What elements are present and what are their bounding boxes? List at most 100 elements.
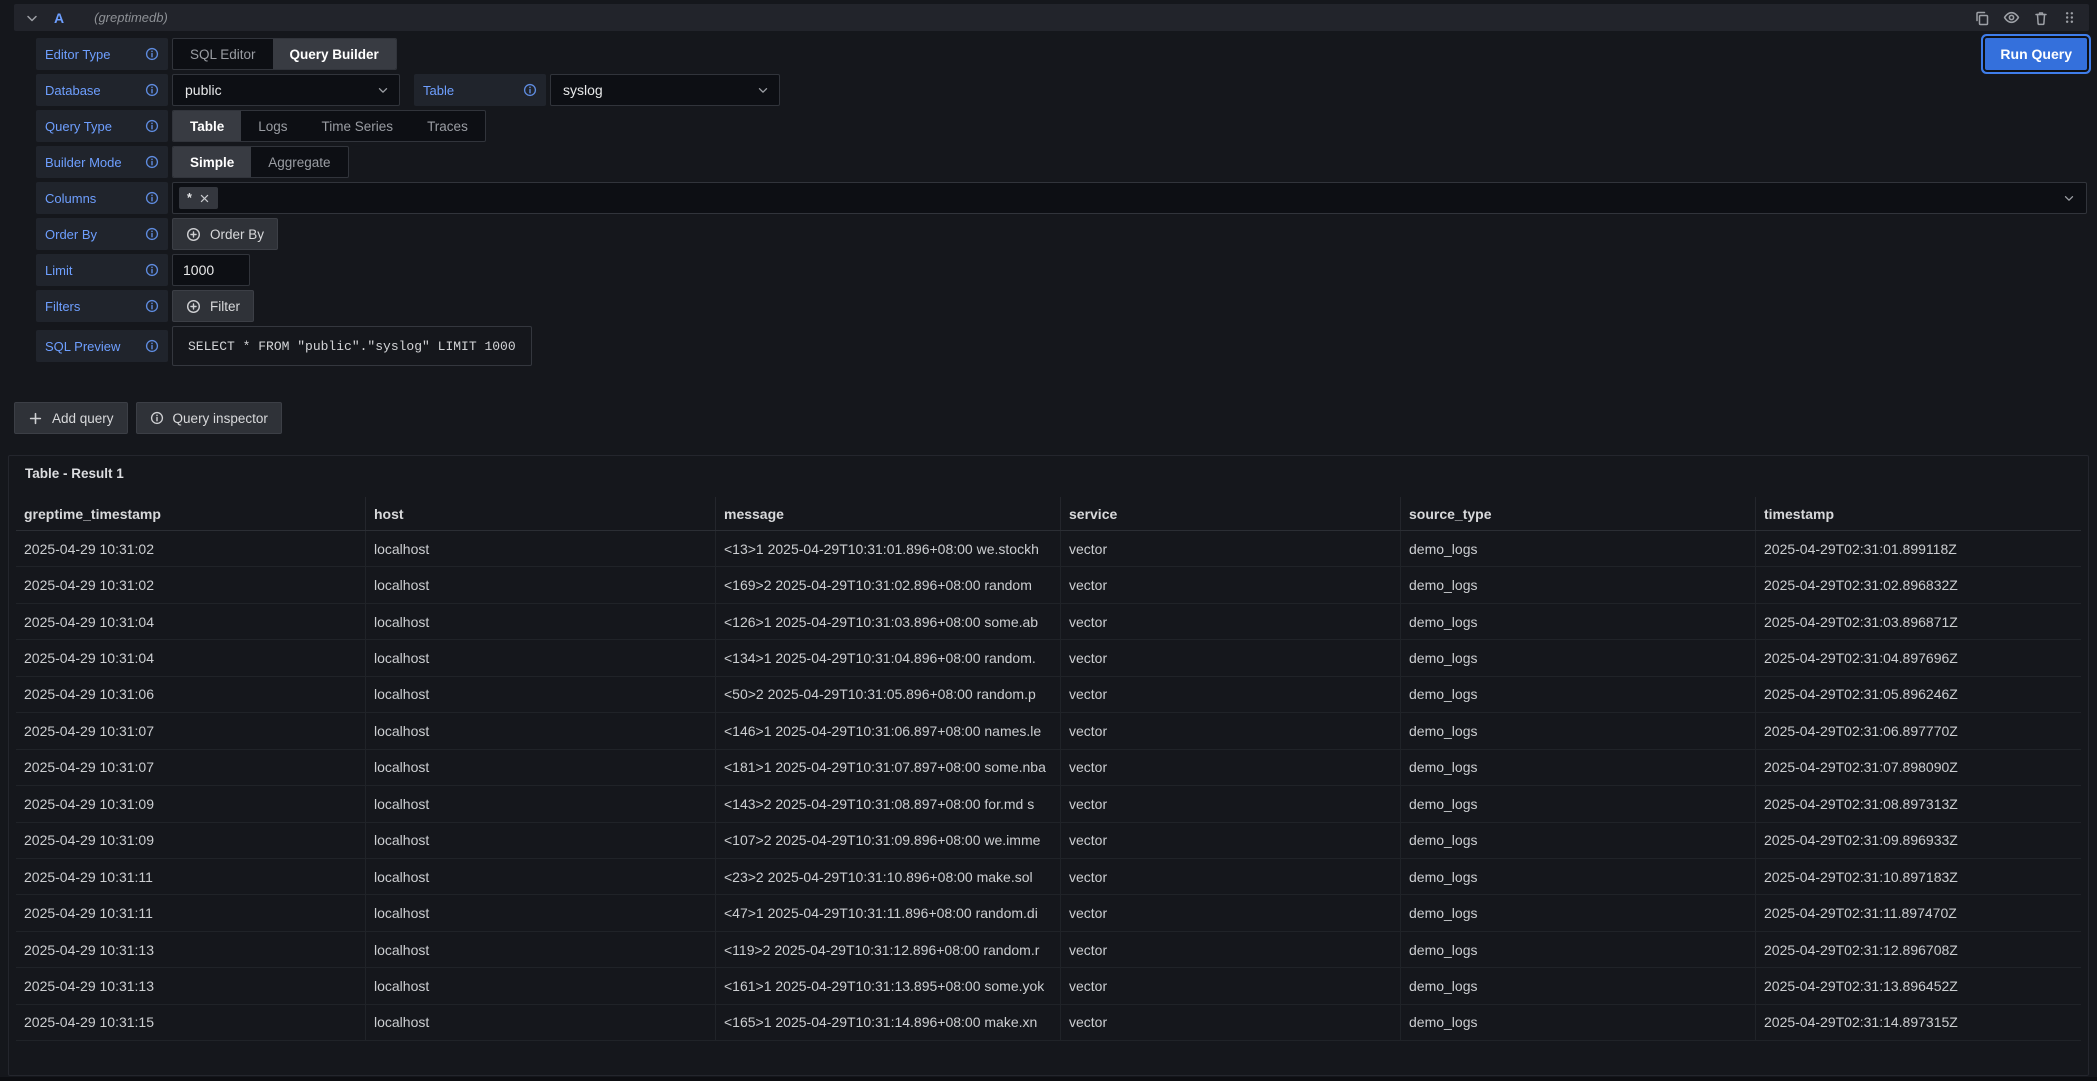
query-inspector-button[interactable]: Query inspector [136, 402, 282, 434]
add-query-button[interactable]: Add query [14, 402, 128, 434]
info-icon[interactable] [523, 83, 537, 97]
table-row: 2025-04-29 10:31:13 localhost <119>2 202… [16, 932, 2081, 968]
table-cell: vector [1061, 677, 1401, 712]
query-type-option-traces[interactable]: Traces [410, 111, 485, 141]
table-row: 2025-04-29 10:31:13 localhost <161>1 202… [16, 968, 2081, 1004]
info-icon[interactable] [145, 227, 159, 241]
results-panel: Table - Result 1 greptime_timestamp host… [8, 455, 2089, 1076]
table-row: 2025-04-29 10:31:07 localhost <146>1 202… [16, 713, 2081, 749]
table-cell: 2025-04-29T02:31:01.899118Z [1756, 531, 2081, 566]
sql-preview-row: SQL Preview SELECT * FROM "public"."sysl… [36, 326, 2087, 366]
table-cell: 2025-04-29T02:31:06.897770Z [1756, 713, 2081, 748]
info-icon[interactable] [145, 263, 159, 277]
columns-multiselect[interactable]: * [172, 182, 2087, 214]
query-type-option-logs[interactable]: Logs [241, 111, 304, 141]
sql-preview-text: SELECT * FROM "public"."syslog" LIMIT 10… [172, 326, 532, 366]
table-cell: demo_logs [1401, 677, 1756, 712]
limit-label: Limit [36, 254, 168, 286]
editor-type-option-sql-editor[interactable]: SQL Editor [173, 39, 273, 69]
table-cell: 2025-04-29 10:31:09 [16, 786, 366, 821]
trash-icon[interactable] [2033, 10, 2049, 26]
info-icon[interactable] [145, 47, 159, 61]
query-builder-form: Editor Type SQL Editor Query Builder Run… [36, 38, 2087, 366]
table-row: 2025-04-29 10:31:04 localhost <126>1 202… [16, 604, 2081, 640]
filters-label: Filters [36, 290, 168, 322]
table-cell: localhost [366, 640, 716, 675]
table-cell: <134>1 2025-04-29T10:31:04.896+08:00 ran… [716, 640, 1061, 675]
table-cell: vector [1061, 750, 1401, 785]
column-header-timestamp[interactable]: timestamp [1756, 497, 2081, 530]
column-header-message[interactable]: message [716, 497, 1061, 530]
table-cell: vector [1061, 531, 1401, 566]
query-actions: Add query Query inspector [14, 402, 282, 434]
table-cell: localhost [366, 531, 716, 566]
editor-type-option-query-builder[interactable]: Query Builder [273, 39, 396, 69]
table-cell: 2025-04-29 10:31:11 [16, 895, 366, 930]
query-row-header: A (greptimedb) [14, 4, 2089, 31]
table-cell: vector [1061, 713, 1401, 748]
database-row: Database public Table syslog [36, 74, 2087, 106]
table-cell: demo_logs [1401, 640, 1756, 675]
table-cell: vector [1061, 567, 1401, 602]
table-cell: <161>1 2025-04-29T10:31:13.895+08:00 som… [716, 968, 1061, 1003]
limit-row: Limit [36, 254, 2087, 286]
table-cell: 2025-04-29 10:31:13 [16, 968, 366, 1003]
table-cell: localhost [366, 968, 716, 1003]
table-cell: <146>1 2025-04-29T10:31:06.897+08:00 nam… [716, 713, 1061, 748]
plus-circle-icon [186, 227, 201, 242]
table-row: 2025-04-29 10:31:15 localhost <165>1 202… [16, 1005, 2081, 1041]
info-icon[interactable] [145, 191, 159, 205]
table-value: syslog [563, 82, 603, 98]
columns-label: Columns [36, 182, 168, 214]
query-type-option-time-series[interactable]: Time Series [305, 111, 411, 141]
query-editor-screen: A (greptimedb) Editor Type SQL Editor Qu… [0, 0, 2097, 1081]
order-by-label: Order By [36, 218, 168, 250]
builder-mode-option-simple[interactable]: Simple [173, 147, 251, 177]
limit-input[interactable] [172, 254, 250, 286]
column-header-host[interactable]: host [366, 497, 716, 530]
builder-mode-row: Builder Mode Simple Aggregate [36, 146, 2087, 178]
datasource-name: (greptimedb) [94, 10, 168, 25]
info-icon[interactable] [145, 83, 159, 97]
database-value: public [185, 82, 222, 98]
add-order-by-button[interactable]: Order By [172, 218, 278, 250]
drag-handle-icon[interactable] [2062, 10, 2077, 25]
duplicate-icon[interactable] [1974, 10, 1990, 26]
table-cell: 2025-04-29T02:31:12.896708Z [1756, 932, 2081, 967]
database-label: Database [36, 74, 168, 106]
collapse-chevron-icon[interactable] [24, 10, 40, 26]
builder-mode-option-aggregate[interactable]: Aggregate [251, 147, 347, 177]
query-header-actions [1974, 9, 2079, 26]
database-select[interactable]: public [172, 74, 400, 106]
run-query-button[interactable]: Run Query [1985, 38, 2087, 70]
add-filter-button[interactable]: Filter [172, 290, 254, 322]
table-cell: demo_logs [1401, 932, 1756, 967]
table-cell: localhost [366, 567, 716, 602]
table-cell: localhost [366, 1005, 716, 1040]
column-header-source-type[interactable]: source_type [1401, 497, 1756, 530]
eye-icon[interactable] [2003, 9, 2020, 26]
page-bottom-strip [0, 1077, 2097, 1081]
column-header-service[interactable]: service [1061, 497, 1401, 530]
table-cell: 2025-04-29 10:31:06 [16, 677, 366, 712]
table-cell: localhost [366, 677, 716, 712]
info-icon[interactable] [145, 119, 159, 133]
table-cell: localhost [366, 713, 716, 748]
info-icon[interactable] [145, 155, 159, 169]
table-select[interactable]: syslog [550, 74, 780, 106]
editor-type-row: Editor Type SQL Editor Query Builder Run… [36, 38, 2087, 70]
table-cell: 2025-04-29T02:31:09.896933Z [1756, 823, 2081, 858]
table-row: 2025-04-29 10:31:11 localhost <23>2 2025… [16, 859, 2081, 895]
table-cell: <126>1 2025-04-29T10:31:03.896+08:00 som… [716, 604, 1061, 639]
table-cell: <181>1 2025-04-29T10:31:07.897+08:00 som… [716, 750, 1061, 785]
table-cell: <119>2 2025-04-29T10:31:12.896+08:00 ran… [716, 932, 1061, 967]
info-icon[interactable] [145, 339, 159, 353]
plus-icon [28, 411, 43, 426]
column-header-greptime-timestamp[interactable]: greptime_timestamp [16, 497, 366, 530]
query-type-option-table[interactable]: Table [173, 111, 241, 141]
remove-tag-icon[interactable] [199, 193, 210, 204]
table-row: 2025-04-29 10:31:02 localhost <13>1 2025… [16, 531, 2081, 567]
table-cell: vector [1061, 968, 1401, 1003]
info-icon[interactable] [145, 299, 159, 313]
table-row: 2025-04-29 10:31:02 localhost <169>2 202… [16, 567, 2081, 603]
